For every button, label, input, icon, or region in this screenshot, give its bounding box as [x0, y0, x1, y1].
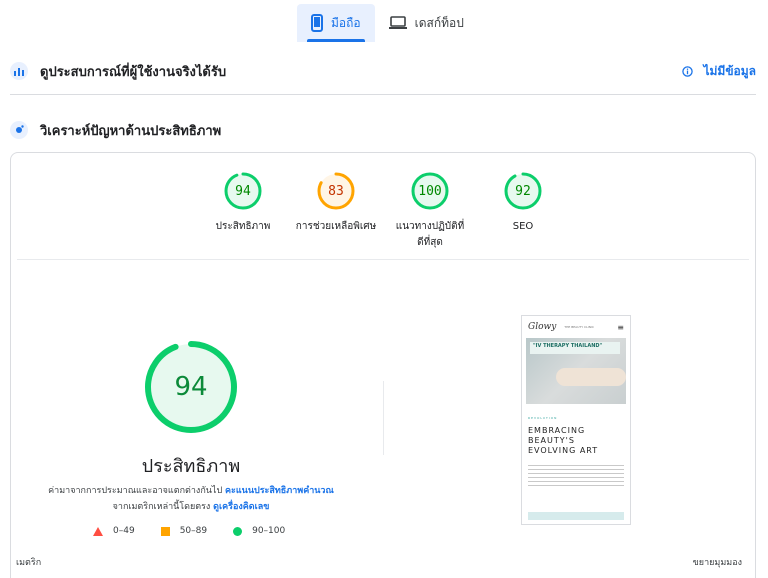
gauge-seo-label: SEO: [512, 221, 534, 232]
tab-desktop[interactable]: เดสก์ท็อป: [375, 4, 478, 42]
screenshot-hero-image: "IV THERAPY THAILAND": [526, 338, 626, 404]
gauge-performance-value: 94: [235, 183, 251, 199]
screenshot-logo: Glowy: [528, 322, 557, 332]
calculator-link[interactable]: ดูเครื่องคิดเลข: [213, 502, 269, 512]
no-data-label: ไม่มีข้อมูล: [703, 63, 756, 78]
gauge-seo-value: 92: [515, 183, 531, 199]
legend-pass: 90–100: [233, 526, 285, 536]
main-performance-gauge: 94: [143, 339, 239, 435]
fail-triangle-icon: [93, 526, 103, 536]
score-gauges: 94 ประสิทธิภาพ 83 การช่วยเหลือพิเศษ 100 …: [11, 171, 755, 261]
screenshot-banner: "IV THERAPY THAILAND": [530, 342, 620, 354]
info-icon: [682, 65, 694, 77]
screenshot-paragraph: [528, 462, 624, 488]
hamburger-menu-icon: ≡: [617, 322, 624, 332]
gauge-best-practices-label: แนวทางปฏิบัติที่ดีที่สุด: [395, 221, 465, 248]
score-legend: 0–49 50–89 90–100: [93, 526, 285, 536]
expand-view-toggle[interactable]: ขยายมุมมอง: [693, 555, 742, 569]
gauge-performance-label: ประสิทธิภาพ: [215, 221, 271, 232]
score-description: ค่ามาจากการประมาณและอาจแตกต่างกันไป คะแน…: [41, 483, 341, 515]
legend-average: 50–89: [160, 526, 208, 536]
main-score-title: ประสิทธิภาพ: [141, 456, 241, 477]
metrics-label: เมตริก: [16, 558, 42, 568]
gauge-best-practices-value: 100: [418, 183, 442, 199]
field-data-section: ดูประสบการณ์ที่ผู้ใช้งานจริงได้รับ ไม่มี…: [10, 58, 756, 84]
device-tabs: มือถือ เดสก์ท็อป: [297, 4, 478, 42]
desktop-icon: [388, 16, 407, 29]
gauge-best-practices[interactable]: 100 แนวทางปฏิบัติที่ดีที่สุด: [385, 171, 475, 251]
no-data-indicator[interactable]: ไม่มีข้อมูล: [682, 62, 756, 81]
heading-line-1: EMBRACING: [528, 426, 586, 435]
gauge-accessibility-label: การช่วยเหลือพิเศษ: [295, 221, 377, 232]
pass-circle-icon: [233, 526, 243, 536]
lab-data-icon: [10, 121, 28, 139]
heading-line-2: BEAUTY'S: [528, 436, 575, 445]
diagnose-title: วิเคราะห์ปัญหาด้านประสิทธิภาพ: [40, 123, 222, 139]
field-data-icon: [10, 62, 28, 80]
legend-average-range: 50–89: [179, 526, 208, 536]
mobile-icon: [311, 14, 323, 32]
vertical-divider: [383, 381, 384, 455]
description-text-2: จากเมตริกเหล่านี้โดยตรง: [112, 502, 214, 512]
tab-mobile[interactable]: มือถือ: [297, 4, 375, 42]
legend-fail-range: 0–49: [113, 526, 135, 536]
section-divider: [10, 94, 756, 95]
field-data-title: ดูประสบการณ์ที่ผู้ใช้งานจริงได้รับ: [40, 64, 227, 80]
average-square-icon: [160, 526, 170, 536]
main-score-value: 94: [174, 372, 208, 402]
gauge-seo[interactable]: 92 SEO: [478, 171, 568, 235]
score-calculation-link[interactable]: คะแนนประสิทธิภาพคำนวณ: [225, 486, 334, 496]
heading-line-3: EVOLVING ART: [528, 446, 599, 455]
tab-mobile-label: มือถือ: [331, 15, 361, 30]
hero-arm-shape: [556, 368, 626, 386]
final-screenshot[interactable]: Glowy THE BEAUTY CLINIC ≡ "IV THERAPY TH…: [521, 315, 631, 525]
legend-pass-range: 90–100: [252, 526, 286, 536]
diagnose-section: วิเคราะห์ปัญหาด้านประสิทธิภาพ: [10, 117, 756, 143]
card-divider: [17, 259, 749, 260]
gauge-accessibility-value: 83: [328, 183, 344, 199]
gauge-accessibility[interactable]: 83 การช่วยเหลือพิเศษ: [291, 171, 381, 235]
gauge-performance[interactable]: 94 ประสิทธิภาพ: [198, 171, 288, 235]
screenshot-subtitle: THE BEAUTY CLINIC: [564, 325, 594, 329]
screenshot-footer-bar: [528, 512, 624, 520]
tab-desktop-label: เดสก์ท็อป: [414, 15, 464, 30]
screenshot-tag: REVOLUTION: [528, 416, 558, 420]
description-text-1: ค่ามาจากการประมาณและอาจแตกต่างกันไป: [48, 486, 226, 496]
performance-card: 94 ประสิทธิภาพ 83 การช่วยเหลือพิเศษ 100 …: [10, 152, 756, 578]
screenshot-heading: EMBRACING BEAUTY'S EVOLVING ART: [528, 426, 624, 456]
legend-fail: 0–49: [93, 526, 135, 536]
